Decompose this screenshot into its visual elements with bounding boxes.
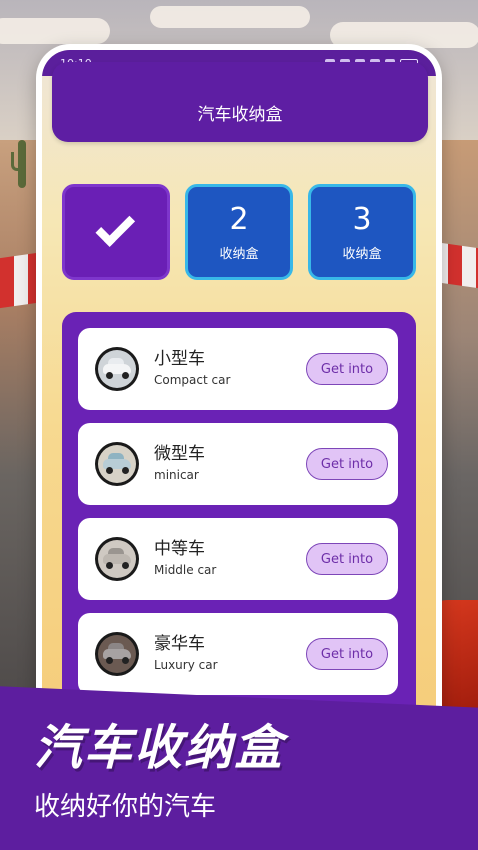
car-list-panel: 小型车 Compact car Get into 微型车 minicar Get…: [62, 312, 416, 738]
get-into-button[interactable]: Get into: [306, 543, 388, 575]
cactus: [11, 140, 26, 188]
car-name-cn: 豪华车: [154, 634, 205, 654]
list-item: 豪华车 Luxury car Get into: [78, 613, 398, 695]
car-names: 小型车 Compact car: [154, 348, 230, 387]
get-into-button[interactable]: Get into: [306, 353, 388, 385]
get-into-button[interactable]: Get into: [306, 638, 388, 670]
list-item: 中等车 Middle car Get into: [78, 518, 398, 600]
compact-car-icon: [95, 347, 139, 391]
tile-label: 收纳盒: [219, 246, 259, 262]
tile-number: 2: [229, 201, 249, 237]
car-name-en: Compact car: [154, 373, 231, 387]
banner-title: 汽车收纳盒: [34, 720, 285, 776]
car-name-cn: 微型车: [154, 444, 205, 464]
middle-car-icon: [95, 537, 139, 581]
car-name-en: Luxury car: [154, 658, 218, 672]
car-names: 中等车 Middle car: [154, 538, 216, 577]
banner-subtitle: 收纳好你的汽车: [34, 792, 217, 822]
car-names: 豪华车 Luxury car: [154, 633, 218, 672]
tile-number: 3: [352, 201, 372, 237]
app-screen: 10:10 汽车收纳盒 2 收纳盒 3 收纳盒: [42, 50, 436, 738]
tile-box-3[interactable]: 3 收纳盒: [308, 184, 416, 280]
check-icon: [95, 207, 136, 247]
car-names: 微型车 minicar: [154, 443, 205, 482]
cloud: [0, 18, 110, 44]
list-item: 微型车 minicar Get into: [78, 423, 398, 505]
cloud: [150, 6, 310, 28]
car-name-en: Middle car: [154, 563, 217, 577]
car-name-cn: 小型车: [154, 349, 205, 369]
tile-label: 收纳盒: [342, 246, 382, 262]
get-into-button[interactable]: Get into: [306, 448, 388, 480]
car-name-cn: 中等车: [154, 539, 205, 559]
tile-selected[interactable]: [62, 184, 170, 280]
list-item: 小型车 Compact car Get into: [78, 328, 398, 410]
car-name-en: minicar: [154, 468, 199, 482]
luxury-car-icon: [95, 632, 139, 676]
phone-frame: 10:10 汽车收纳盒 2 收纳盒 3 收纳盒: [36, 44, 442, 744]
minicar-icon: [95, 442, 139, 486]
page-title: 汽车收纳盒: [197, 104, 283, 125]
tile-box-2[interactable]: 2 收纳盒: [185, 184, 293, 280]
title-bar: 汽车收纳盒: [52, 62, 428, 142]
